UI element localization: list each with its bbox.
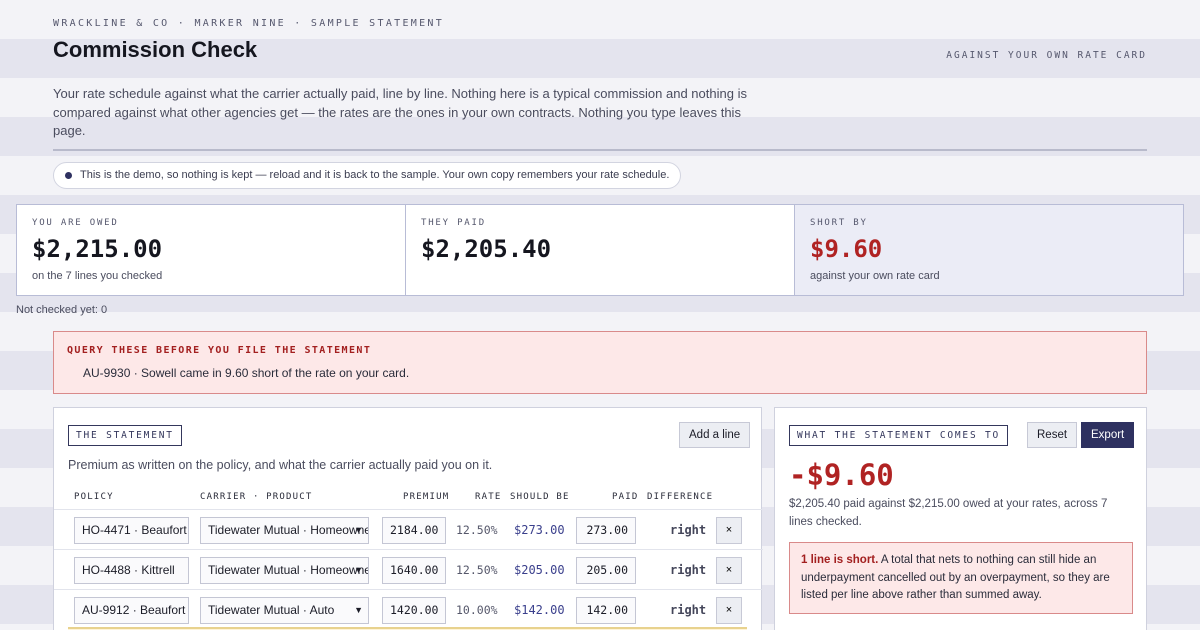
summary-strip: YOU ARE OWED $2,215.00 on the 7 lines yo… [16,204,1184,296]
warning-strong: 1 line is short. [801,554,879,566]
paid-input[interactable]: 205.00 [576,557,636,584]
carrier-select[interactable]: Tidewater Mutual · Homeowners ▼ [200,557,369,584]
rate-value: 12.50% [456,523,498,537]
not-checked-count: Not checked yet: 0 [16,304,108,316]
statement-panel: THE STATEMENT Add a line Premium as writ… [53,407,763,630]
policy-input[interactable]: AU-9912 · Beaufort [74,597,189,624]
dot-icon [65,172,72,179]
carrier-select-value: Tidewater Mutual · Homeowners [208,563,369,577]
owed-note: on the 7 lines you checked [32,270,163,282]
should-be-value: $205.00 [514,563,565,577]
query-alert: QUERY THESE BEFORE YOU FILE THE STATEMEN… [53,331,1147,394]
table-row: HO-4471 · Beaufort Tidewater Mutual · Ho… [54,509,763,549]
header-divider [53,149,1147,151]
policy-input[interactable]: HO-4488 · Kittrell [74,557,189,584]
remove-line-button[interactable]: × [716,517,742,544]
col-paid: PAID [612,492,639,502]
col-carrier: CARRIER · PRODUCT [200,492,313,502]
paid-value: $2,205.40 [421,235,552,263]
col-rate: RATE [475,492,502,502]
difference-value: right [670,603,707,617]
table-row: HO-4488 · Kittrell Tidewater Mutual · Ho… [54,549,763,589]
page-title: Commission Check [53,37,258,62]
result-description: $2,205.40 paid against $2,215.00 owed at… [789,498,1108,528]
chevron-down-icon: ▼ [354,565,363,575]
paid-card: THEY PAID $2,205.40 [406,205,795,295]
difference-value: right [670,523,707,537]
policy-input[interactable]: HO-4471 · Beaufort [74,517,189,544]
difference-value: right [670,563,707,577]
query-title: QUERY THESE BEFORE YOU FILE THE STATEMEN… [67,345,372,356]
add-line-button[interactable]: Add a line [679,422,751,448]
demo-notice: This is the demo, so nothing is kept — r… [53,162,682,189]
premium-input[interactable]: 1420.00 [382,597,446,624]
col-policy: POLICY [74,492,114,502]
table-row: AU-9912 · Beaufort Tidewater Mutual · Au… [54,589,763,629]
breadcrumb: WRACKLINE & CO · MARKER NINE · SAMPLE ST… [53,18,445,29]
remove-line-button[interactable]: × [716,557,742,584]
result-panel: WHAT THE STATEMENT COMES TO Reset Export… [774,407,1147,630]
remove-line-button[interactable]: × [716,597,742,624]
statement-description: Premium as written on the policy, and wh… [68,458,493,472]
short-value: $9.60 [810,235,883,263]
short-note: against your own rate card [810,270,940,282]
rate-value: 12.50% [456,563,498,577]
owed-value: $2,215.00 [32,235,163,263]
statement-tag: THE STATEMENT [68,425,182,446]
carrier-select[interactable]: Tidewater Mutual · Homeowners ▼ [200,517,369,544]
col-should-be: SHOULD BE [510,492,570,502]
short-card: SHORT BY $9.60 against your own rate car… [795,205,1183,295]
col-difference: DIFFERENCE [647,492,714,502]
intro-text: Your rate schedule against what the carr… [53,86,747,138]
rate-value: 10.00% [456,603,498,617]
should-be-value: $273.00 [514,523,565,537]
carrier-select-value: Tidewater Mutual · Auto [208,603,335,617]
owed-card: YOU ARE OWED $2,215.00 on the 7 lines yo… [17,205,406,295]
export-button[interactable]: Export [1081,422,1135,448]
should-be-value: $142.00 [514,603,565,617]
demo-notice-text: This is the demo, so nothing is kept — r… [80,169,670,181]
result-tag: WHAT THE STATEMENT COMES TO [789,425,1009,446]
paid-input[interactable]: 142.00 [576,597,636,624]
owed-label: YOU ARE OWED [32,218,119,228]
chevron-down-icon: ▼ [354,525,363,535]
premium-input[interactable]: 1640.00 [382,557,446,584]
paid-label: THEY PAID [421,218,486,228]
rate-card-tag: AGAINST YOUR OWN RATE CARD [946,50,1147,61]
chevron-down-icon: ▼ [354,605,363,615]
short-lines-warning: 1 line is short. A total that nets to no… [789,542,1133,614]
result-value: -$9.60 [789,458,894,492]
col-premium: PREMIUM [403,492,450,502]
query-item: AU-9930 · Sowell came in 9.60 short of t… [83,366,410,380]
short-label: SHORT BY [810,218,868,228]
premium-input[interactable]: 2184.00 [382,517,446,544]
carrier-select[interactable]: Tidewater Mutual · Auto ▼ [200,597,369,624]
paid-input[interactable]: 273.00 [576,517,636,544]
carrier-select-value: Tidewater Mutual · Homeowners [208,523,369,537]
reset-button[interactable]: Reset [1027,422,1078,448]
